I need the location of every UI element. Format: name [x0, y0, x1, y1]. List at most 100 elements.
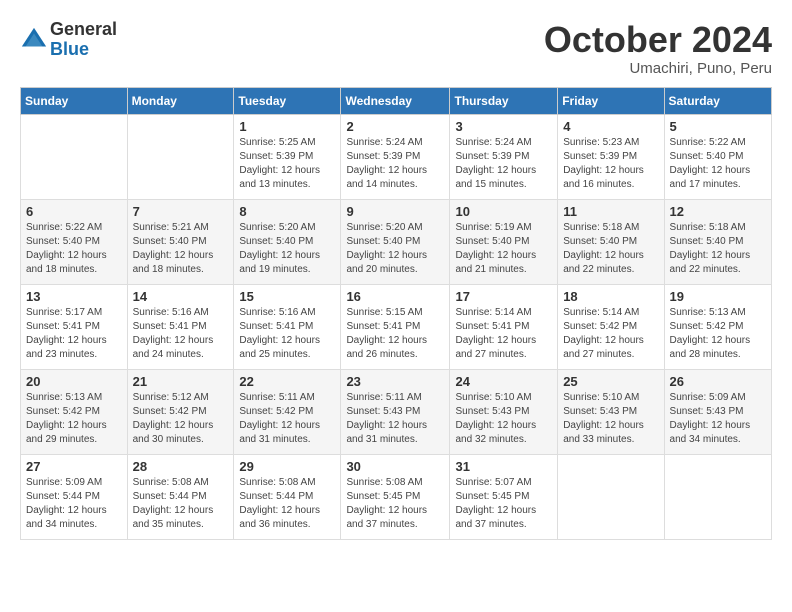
day-info: Sunrise: 5:11 AMSunset: 5:42 PMDaylight:…	[239, 391, 335, 447]
calendar-cell: 1 Sunrise: 5:25 AMSunset: 5:39 PMDaylight…	[234, 114, 341, 199]
day-info: Sunrise: 5:09 AMSunset: 5:43 PMDaylight:…	[670, 391, 766, 447]
day-info: Sunrise: 5:25 AMSunset: 5:39 PMDaylight:…	[239, 136, 335, 192]
day-number: 13	[26, 289, 122, 304]
calendar-table: SundayMondayTuesdayWednesdayThursdayFrid…	[20, 87, 772, 540]
calendar-cell: 2 Sunrise: 5:24 AMSunset: 5:39 PMDaylight…	[341, 114, 450, 199]
day-info: Sunrise: 5:16 AMSunset: 5:41 PMDaylight:…	[239, 306, 335, 362]
week-row-3: 13 Sunrise: 5:17 AMSunset: 5:41 PMDayligh…	[21, 284, 772, 369]
day-info: Sunrise: 5:08 AMSunset: 5:45 PMDaylight:…	[346, 476, 444, 532]
calendar-cell: 16 Sunrise: 5:15 AMSunset: 5:41 PMDayligh…	[341, 284, 450, 369]
day-info: Sunrise: 5:18 AMSunset: 5:40 PMDaylight:…	[670, 221, 766, 277]
day-number: 20	[26, 374, 122, 389]
day-number: 26	[670, 374, 766, 389]
header-wednesday: Wednesday	[341, 87, 450, 114]
calendar-cell: 5 Sunrise: 5:22 AMSunset: 5:40 PMDaylight…	[664, 114, 771, 199]
day-info: Sunrise: 5:17 AMSunset: 5:41 PMDaylight:…	[26, 306, 122, 362]
day-info: Sunrise: 5:11 AMSunset: 5:43 PMDaylight:…	[346, 391, 444, 447]
day-info: Sunrise: 5:16 AMSunset: 5:41 PMDaylight:…	[133, 306, 229, 362]
calendar-cell: 29 Sunrise: 5:08 AMSunset: 5:44 PMDayligh…	[234, 454, 341, 539]
title-section: October 2024 Umachiri, Puno, Peru	[544, 20, 772, 77]
logo-blue: Blue	[50, 40, 117, 60]
calendar-cell: 22Sunrise: 5:11 AMSunset: 5:42 PMDayligh…	[234, 369, 341, 454]
calendar-cell: 14Sunrise: 5:16 AMSunset: 5:41 PMDayligh…	[127, 284, 234, 369]
day-info: Sunrise: 5:23 AMSunset: 5:39 PMDaylight:…	[563, 136, 658, 192]
day-number: 9	[346, 204, 444, 219]
day-info: Sunrise: 5:07 AMSunset: 5:45 PMDaylight:…	[455, 476, 552, 532]
calendar-cell: 25 Sunrise: 5:10 AMSunset: 5:43 PMDayligh…	[558, 369, 664, 454]
calendar-cell: 13 Sunrise: 5:17 AMSunset: 5:41 PMDayligh…	[21, 284, 128, 369]
day-info: Sunrise: 5:13 AMSunset: 5:42 PMDaylight:…	[670, 306, 766, 362]
day-number: 7	[133, 204, 229, 219]
day-number: 3	[455, 119, 552, 134]
logo-text: General Blue	[50, 20, 117, 60]
calendar-cell: 6Sunrise: 5:22 AMSunset: 5:40 PMDaylight…	[21, 199, 128, 284]
day-info: Sunrise: 5:19 AMSunset: 5:40 PMDaylight:…	[455, 221, 552, 277]
day-number: 15	[239, 289, 335, 304]
header-sunday: Sunday	[21, 87, 128, 114]
day-number: 29	[239, 459, 335, 474]
day-info: Sunrise: 5:21 AMSunset: 5:40 PMDaylight:…	[133, 221, 229, 277]
header-row: SundayMondayTuesdayWednesdayThursdayFrid…	[21, 87, 772, 114]
day-info: Sunrise: 5:10 AMSunset: 5:43 PMDaylight:…	[455, 391, 552, 447]
day-number: 24	[455, 374, 552, 389]
location: Umachiri, Puno, Peru	[544, 60, 772, 77]
day-info: Sunrise: 5:22 AMSunset: 5:40 PMDaylight:…	[670, 136, 766, 192]
calendar-cell: 28 Sunrise: 5:08 AMSunset: 5:44 PMDayligh…	[127, 454, 234, 539]
logo-icon	[20, 26, 48, 54]
day-number: 5	[670, 119, 766, 134]
header-thursday: Thursday	[450, 87, 558, 114]
calendar-cell: 24 Sunrise: 5:10 AMSunset: 5:43 PMDayligh…	[450, 369, 558, 454]
day-number: 18	[563, 289, 658, 304]
day-number: 27	[26, 459, 122, 474]
day-number: 8	[239, 204, 335, 219]
day-info: Sunrise: 5:09 AMSunset: 5:44 PMDaylight:…	[26, 476, 122, 532]
day-info: Sunrise: 5:08 AMSunset: 5:44 PMDaylight:…	[239, 476, 335, 532]
day-info: Sunrise: 5:24 AMSunset: 5:39 PMDaylight:…	[346, 136, 444, 192]
header-saturday: Saturday	[664, 87, 771, 114]
calendar-cell: 7 Sunrise: 5:21 AMSunset: 5:40 PMDaylight…	[127, 199, 234, 284]
day-info: Sunrise: 5:24 AMSunset: 5:39 PMDaylight:…	[455, 136, 552, 192]
day-number: 30	[346, 459, 444, 474]
day-number: 6	[26, 204, 122, 219]
month-title: October 2024	[544, 20, 772, 60]
week-row-5: 27 Sunrise: 5:09 AMSunset: 5:44 PMDayligh…	[21, 454, 772, 539]
day-number: 21	[133, 374, 229, 389]
day-number: 12	[670, 204, 766, 219]
header-tuesday: Tuesday	[234, 87, 341, 114]
calendar-cell: 18 Sunrise: 5:14 AMSunset: 5:42 PMDayligh…	[558, 284, 664, 369]
day-number: 4	[563, 119, 658, 134]
day-info: Sunrise: 5:14 AMSunset: 5:42 PMDaylight:…	[563, 306, 658, 362]
week-row-2: 6Sunrise: 5:22 AMSunset: 5:40 PMDaylight…	[21, 199, 772, 284]
calendar-cell: 20Sunrise: 5:13 AMSunset: 5:42 PMDayligh…	[21, 369, 128, 454]
day-info: Sunrise: 5:20 AMSunset: 5:40 PMDaylight:…	[239, 221, 335, 277]
calendar-cell	[558, 454, 664, 539]
calendar-cell: 9 Sunrise: 5:20 AMSunset: 5:40 PMDaylight…	[341, 199, 450, 284]
calendar-cell: 26 Sunrise: 5:09 AMSunset: 5:43 PMDayligh…	[664, 369, 771, 454]
day-number: 28	[133, 459, 229, 474]
day-info: Sunrise: 5:20 AMSunset: 5:40 PMDaylight:…	[346, 221, 444, 277]
calendar-cell: 31 Sunrise: 5:07 AMSunset: 5:45 PMDayligh…	[450, 454, 558, 539]
calendar-cell: 3 Sunrise: 5:24 AMSunset: 5:39 PMDaylight…	[450, 114, 558, 199]
day-number: 25	[563, 374, 658, 389]
day-number: 11	[563, 204, 658, 219]
header-friday: Friday	[558, 87, 664, 114]
day-number: 31	[455, 459, 552, 474]
day-number: 23	[346, 374, 444, 389]
calendar-cell: 21Sunrise: 5:12 AMSunset: 5:42 PMDayligh…	[127, 369, 234, 454]
logo: General Blue	[20, 20, 117, 60]
day-info: Sunrise: 5:08 AMSunset: 5:44 PMDaylight:…	[133, 476, 229, 532]
calendar-cell: 4 Sunrise: 5:23 AMSunset: 5:39 PMDaylight…	[558, 114, 664, 199]
calendar-cell	[664, 454, 771, 539]
calendar-cell	[21, 114, 128, 199]
day-number: 10	[455, 204, 552, 219]
day-number: 17	[455, 289, 552, 304]
day-number: 2	[346, 119, 444, 134]
week-row-4: 20Sunrise: 5:13 AMSunset: 5:42 PMDayligh…	[21, 369, 772, 454]
day-number: 19	[670, 289, 766, 304]
day-info: Sunrise: 5:10 AMSunset: 5:43 PMDaylight:…	[563, 391, 658, 447]
day-number: 1	[239, 119, 335, 134]
calendar-cell: 10 Sunrise: 5:19 AMSunset: 5:40 PMDayligh…	[450, 199, 558, 284]
calendar-cell	[127, 114, 234, 199]
day-info: Sunrise: 5:15 AMSunset: 5:41 PMDaylight:…	[346, 306, 444, 362]
day-number: 16	[346, 289, 444, 304]
